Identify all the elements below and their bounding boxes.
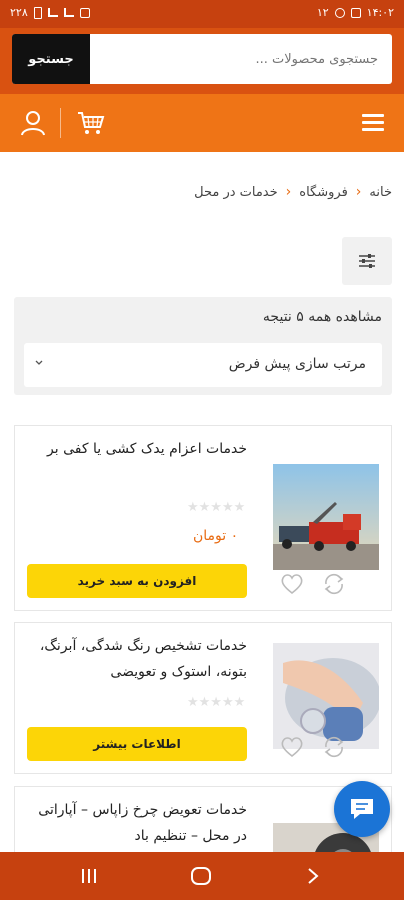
user-icon[interactable] xyxy=(20,110,46,136)
rating-stars: ★★★★★ xyxy=(187,695,246,710)
chevron-left-icon: ‹ xyxy=(285,184,292,200)
status-left: ۲۲۸ xyxy=(10,6,90,19)
search-input[interactable] xyxy=(90,34,392,84)
battery-icon xyxy=(33,6,42,19)
status-right: ۱۴:۰۲ ۱۲ xyxy=(317,6,394,19)
product-title[interactable]: خدمات تشخیص رنگ شدگی، آبرنگ، بتونه، استو… xyxy=(27,633,247,685)
product-image[interactable] xyxy=(273,643,379,749)
product-title[interactable]: خدمات اعزام یدک کشی یا کفی بر xyxy=(27,436,247,462)
product-card[interactable]: خدمات تشخیص رنگ شدگی، آبرنگ، بتونه، استو… xyxy=(14,622,392,774)
wifi-icon xyxy=(79,7,90,18)
filter-button[interactable] xyxy=(342,237,392,285)
signal-icon xyxy=(47,8,58,17)
back-icon[interactable] xyxy=(306,866,320,886)
results-box: مشاهده همه ۵ نتیجه مرتب سازی پیش فرض xyxy=(14,297,392,395)
chat-icon xyxy=(351,799,373,819)
nav-divider xyxy=(60,108,61,138)
sort-select[interactable]: مرتب سازی پیش فرض xyxy=(24,343,382,387)
results-count: مشاهده همه ۵ نتیجه xyxy=(262,309,382,325)
signal-icon-2 xyxy=(63,8,74,17)
product-info: خدمات تشخیص رنگ شدگی، آبرنگ، بتونه، استو… xyxy=(27,633,247,685)
product-title[interactable]: خدمات تعویض چرخ زاپاس – آپاراتی در محل –… xyxy=(27,797,247,849)
swap-icon[interactable] xyxy=(321,572,347,596)
product-image[interactable] xyxy=(273,464,379,570)
cart-icon[interactable] xyxy=(76,110,106,136)
add-to-cart-button[interactable]: افزودن به سبد خرید xyxy=(27,564,247,598)
search-button[interactable]: جستجو xyxy=(12,34,90,84)
sort-selected: مرتب سازی پیش فرض xyxy=(228,356,366,372)
chat-button[interactable] xyxy=(334,781,390,837)
status-bar: ۲۲۸ ۱۴:۰۲ ۱۲ xyxy=(0,0,404,28)
heart-icon[interactable] xyxy=(279,572,305,596)
breadcrumb-home[interactable]: خانه xyxy=(369,185,392,200)
breadcrumb: خانه ‹ فروشگاه ‹ خدمات در محل xyxy=(194,184,392,200)
product-card[interactable]: خدمات اعزام یدک کشی یا کفی بر ★★★★★ ۰ تو… xyxy=(14,425,392,611)
product-info: خدمات تعویض چرخ زاپاس – آپاراتی در محل –… xyxy=(27,797,247,849)
gallery-icon xyxy=(350,7,361,18)
notification-count: ۱۲ xyxy=(316,6,329,19)
system-nav-bar xyxy=(0,852,404,900)
sync-icon xyxy=(334,7,345,18)
battery-level: ۲۲۸ xyxy=(10,6,28,19)
swap-icon[interactable] xyxy=(321,735,347,759)
nav-bar xyxy=(0,94,404,152)
breadcrumb-shop[interactable]: فروشگاه xyxy=(299,185,348,200)
heart-icon[interactable] xyxy=(279,735,305,759)
product-info: خدمات اعزام یدک کشی یا کفی بر xyxy=(27,436,247,462)
search-box: جستجو xyxy=(12,34,392,84)
status-time: ۱۴:۰۲ xyxy=(366,6,394,19)
breadcrumb-current: خدمات در محل xyxy=(194,184,278,200)
rating-stars: ★★★★★ xyxy=(187,500,246,515)
recent-apps-icon[interactable] xyxy=(80,866,98,886)
chevron-down-icon xyxy=(35,360,43,365)
hamburger-icon[interactable] xyxy=(362,114,384,132)
filter-icon xyxy=(359,254,375,268)
chevron-left-icon: ‹ xyxy=(355,184,362,200)
search-area: جستجو xyxy=(0,28,404,94)
more-info-button[interactable]: اطلاعات بیشتر xyxy=(27,727,247,761)
home-icon[interactable] xyxy=(190,866,212,886)
product-price: ۰ تومان xyxy=(193,528,239,544)
